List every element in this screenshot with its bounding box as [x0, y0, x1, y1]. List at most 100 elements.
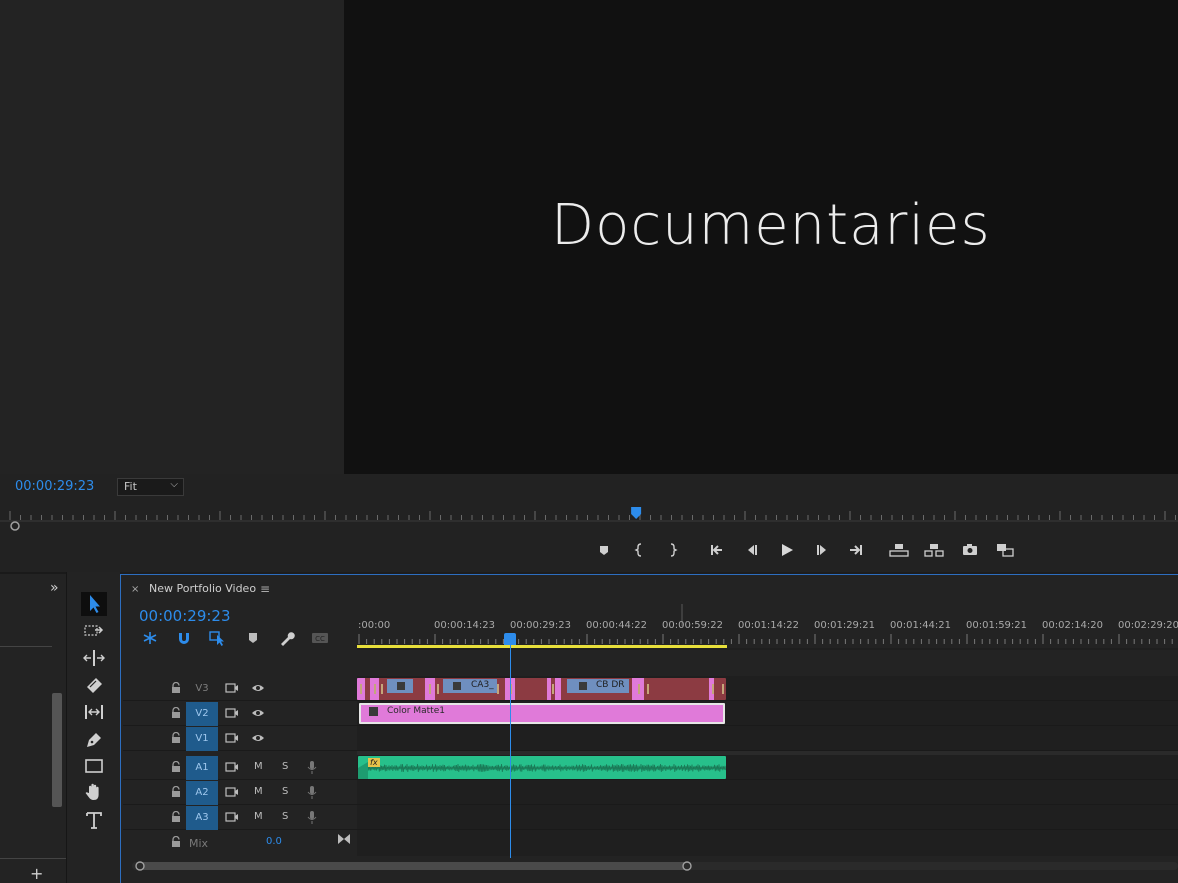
lock-icon[interactable] — [171, 811, 181, 823]
chevron-down-icon: ⌵ — [170, 479, 178, 490]
ruler-timecode-label: 00:01:14:22 — [738, 620, 800, 631]
microphone-icon[interactable] — [307, 811, 317, 824]
camera-icon — [963, 544, 977, 555]
extract-button[interactable] — [922, 538, 946, 562]
sync-lock-icon[interactable] — [225, 707, 239, 719]
go-to-out-button[interactable] — [844, 538, 868, 562]
track-target-v1[interactable]: V1 — [186, 727, 218, 751]
panel-divider — [0, 646, 52, 647]
captions-icon[interactable]: CC — [311, 630, 329, 646]
go-to-next-edit-icon[interactable] — [337, 833, 351, 845]
sync-lock-icon[interactable] — [225, 761, 239, 773]
step-back-button[interactable] — [740, 538, 764, 562]
microphone-icon[interactable] — [307, 761, 317, 774]
sync-lock-icon[interactable] — [225, 682, 239, 694]
mark-in-button[interactable] — [628, 538, 652, 562]
go-to-in-icon — [711, 545, 722, 555]
zoom-handle-right[interactable] — [682, 861, 692, 871]
lock-icon[interactable] — [171, 761, 181, 773]
lock-icon[interactable] — [171, 732, 181, 744]
pen-tool[interactable] — [81, 727, 107, 751]
sync-lock-icon[interactable] — [225, 732, 239, 744]
selection-tool[interactable] — [81, 592, 107, 616]
program-timecode[interactable]: 00:00:29:23 — [15, 479, 94, 494]
hand-icon — [85, 783, 99, 800]
timeline-header-spacer — [123, 650, 1178, 676]
mute-button[interactable]: M — [254, 811, 263, 822]
timeline-zoom-scrollbar[interactable] — [132, 859, 1178, 873]
lock-icon[interactable] — [171, 836, 181, 848]
mute-button[interactable]: M — [254, 786, 263, 797]
track-target-a3[interactable]: A3 — [186, 806, 218, 830]
program-monitor-scrubber[interactable] — [0, 504, 1178, 534]
lift-button[interactable] — [887, 538, 911, 562]
add-marker-icon[interactable] — [244, 630, 262, 646]
rectangle-icon — [85, 759, 103, 773]
ripple-edit-tool[interactable] — [81, 646, 107, 670]
ruler-timecode-label: 00:00:59:22 — [662, 620, 724, 631]
mute-button[interactable]: M — [254, 761, 263, 772]
panel-menu-icon[interactable]: ≡ — [260, 582, 270, 596]
eye-icon[interactable] — [251, 707, 265, 719]
lock-icon[interactable] — [171, 682, 181, 694]
timeline-ruler[interactable]: :00:00 00:00:14:23 00:00:29:23 00:00:44:22 0… — [357, 604, 1178, 648]
linked-selection-icon[interactable] — [209, 630, 227, 646]
nest-toggle-icon[interactable] — [141, 630, 159, 646]
timeline-timecode[interactable]: 00:00:29:23 — [139, 607, 231, 625]
hand-tool[interactable] — [81, 780, 107, 804]
rectangle-tool[interactable] — [81, 754, 107, 778]
ruler-timecode-label: 00:02:14:20 — [1042, 620, 1104, 631]
ruler-timecode-label: :00:00 — [358, 620, 391, 631]
tools-panel — [66, 572, 120, 883]
sequence-tab-title[interactable]: New Portfolio Video — [149, 582, 256, 595]
extract-icon — [924, 544, 944, 557]
solo-button[interactable]: S — [282, 786, 288, 797]
panel-overflow-icon[interactable]: » — [50, 580, 59, 596]
track-select-tool[interactable] — [81, 620, 107, 644]
track-target-a2[interactable]: A2 — [186, 781, 218, 805]
wrench-icon[interactable] — [278, 630, 296, 646]
sync-lock-icon[interactable] — [225, 811, 239, 823]
solo-button[interactable]: S — [282, 761, 288, 772]
eye-icon[interactable] — [251, 682, 265, 694]
sync-lock-icon[interactable] — [225, 786, 239, 798]
slip-tool[interactable] — [81, 700, 107, 724]
type-icon — [86, 812, 102, 829]
go-to-in-button[interactable] — [705, 538, 729, 562]
comparison-view-button[interactable] — [993, 538, 1017, 562]
track-target-v3[interactable]: V3 — [186, 677, 218, 701]
marker-icon — [600, 546, 608, 555]
mark-out-button[interactable] — [660, 538, 684, 562]
playhead-handle[interactable] — [504, 633, 516, 645]
microphone-icon[interactable] — [307, 786, 317, 799]
a1-audio-clip[interactable]: fx — [358, 756, 726, 779]
close-icon[interactable]: × — [131, 584, 139, 595]
scrubber-in-handle[interactable] — [10, 521, 20, 531]
mix-volume-value[interactable]: 0.0 — [266, 836, 282, 847]
mark-out-icon — [670, 543, 678, 557]
track-target-v2[interactable]: V2 — [186, 702, 218, 726]
mix-label: Mix — [189, 837, 209, 850]
new-item-icon[interactable]: + — [30, 864, 43, 883]
add-marker-button[interactable] — [592, 538, 616, 562]
solo-button[interactable]: S — [282, 811, 288, 822]
snap-magnet-icon[interactable] — [175, 630, 193, 646]
clip-label-ca3: CA3_ — [471, 680, 494, 690]
razor-tool[interactable] — [81, 673, 107, 697]
color-matte-clip[interactable]: Color Matte1 — [359, 703, 725, 724]
lock-icon[interactable] — [171, 707, 181, 719]
ruler-timecode-label: 00:00:44:22 — [586, 620, 648, 631]
v3-title-clips[interactable]: CA3_ CB DR — [357, 678, 726, 700]
step-forward-button[interactable] — [810, 538, 834, 562]
type-tool[interactable] — [81, 808, 107, 832]
fx-icon — [369, 707, 378, 716]
play-button[interactable] — [775, 538, 799, 562]
work-area-bar[interactable] — [357, 645, 727, 648]
export-frame-button[interactable] — [958, 538, 982, 562]
lock-icon[interactable] — [171, 786, 181, 798]
zoom-handle-left[interactable] — [135, 861, 145, 871]
eye-icon[interactable] — [251, 732, 265, 744]
project-scrollbar[interactable] — [52, 693, 62, 807]
track-target-a1[interactable]: A1 — [186, 756, 218, 780]
zoom-level-select[interactable]: Fit ⌵ — [117, 478, 184, 496]
